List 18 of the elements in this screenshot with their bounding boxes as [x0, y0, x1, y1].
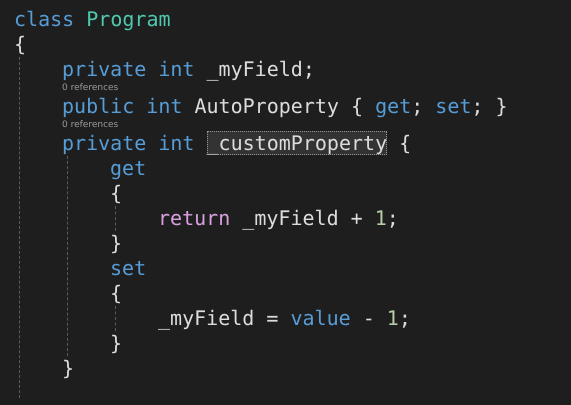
- code-token: private int: [62, 131, 196, 155]
- code-line: _myField = value - 1;: [158, 306, 411, 331]
- code-line: class Program: [14, 7, 171, 32]
- code-line: set: [110, 256, 146, 281]
- code-line: }: [62, 356, 74, 381]
- code-line: {: [110, 281, 122, 306]
- code-line: private int _myField;: [62, 57, 315, 82]
- code-line: public int AutoProperty { get; set; }: [62, 94, 508, 119]
- references-codelens[interactable]: 0 references: [62, 82, 118, 94]
- code-token: {: [398, 131, 412, 155]
- references-codelens[interactable]: 0 references: [62, 119, 118, 131]
- code-line: {: [110, 181, 122, 206]
- code-line: {: [14, 32, 26, 57]
- code-line: get: [110, 156, 146, 181]
- code-line: return _myField + 1;: [158, 206, 399, 231]
- code-line: }: [110, 331, 122, 356]
- highlighted-identifier: _customProperty: [206, 131, 388, 155]
- code-line: }: [110, 231, 122, 256]
